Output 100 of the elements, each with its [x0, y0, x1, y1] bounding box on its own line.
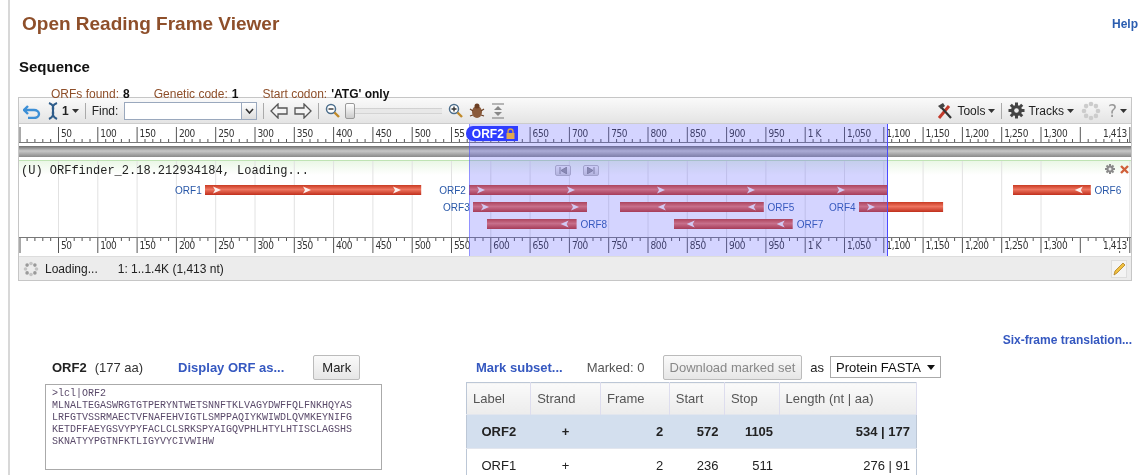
ruler-label: 300 [256, 129, 275, 139]
ruler-label: 55 [453, 129, 466, 139]
ruler-label: 350 [295, 129, 314, 139]
ruler-label: 500 [413, 129, 432, 139]
next-button[interactable] [583, 165, 599, 176]
back-arrow-icon[interactable] [270, 102, 289, 119]
slider-thumb[interactable] [345, 102, 356, 119]
ruler-label: 450 [374, 129, 393, 139]
ruler-label: 600 [492, 241, 511, 251]
previous-button[interactable] [555, 165, 571, 176]
table-row[interactable]: ORF2 + 2 572 1105 534 | 177 [466, 414, 917, 449]
column-header[interactable]: Label [466, 382, 531, 415]
column-header[interactable]: Stop [724, 382, 780, 415]
ruler-label: 400 [335, 241, 354, 251]
ruler-label: 150 [138, 241, 157, 251]
ruler-label: 1,050 [846, 241, 872, 251]
summary-label: Start codon: [262, 87, 328, 101]
ruler-label: 1 K [806, 241, 822, 251]
column-header[interactable]: Start [669, 382, 725, 415]
sequence-text-area[interactable]: >lcl|ORF2 MLNALTEGASWRGTGTPERYNTWETSNNFTKLVAGYDWFFQLFNKHQYAS LRFGTVSSRMAECTVFNAFEHVIGTLSMPPAQIYKWIWDLQVMKEYNIFG KETDFFAEYGSVYPYFACLCLSRKSPYAIGQVPHLHTYLHTISCLAGSHS SKNATYYPGTNFKTLIGYVYCIVWIHW [45, 384, 382, 470]
ruler-label: 350 [295, 241, 314, 251]
gear-icon[interactable] [1105, 164, 1115, 174]
ruler-label: 100 [99, 129, 118, 139]
ruler-label: 250 [217, 129, 236, 139]
tools-menu-button[interactable]: Tools [936, 101, 996, 120]
bug-icon[interactable] [469, 102, 486, 119]
ruler-label: 1,150 [924, 129, 951, 139]
display-orf-link[interactable]: Display ORF as... [178, 359, 285, 375]
ruler-label: 800 [649, 129, 668, 139]
close-icon[interactable] [1120, 165, 1129, 174]
caret-icon [1066, 108, 1074, 113]
selection-badge[interactable]: ORF2 [465, 126, 518, 141]
column-header[interactable]: Length (nt | aa) [779, 382, 917, 415]
table-cell: 572 [669, 414, 725, 449]
orf-label: ORF6 [1094, 185, 1122, 196]
ruler-label: 850 [688, 241, 707, 251]
caret-icon [927, 364, 935, 370]
ruler-label: 1,100 [885, 241, 912, 251]
format-select[interactable]: Protein FASTA [830, 356, 941, 378]
status-message: Loading... [45, 261, 98, 276]
ruler-label: 250 [217, 241, 236, 251]
pencil-icon[interactable] [1111, 259, 1127, 278]
ruler-label: 750 [610, 129, 629, 139]
ruler-label: 1,100 [885, 129, 912, 139]
orf-label: ORF5 [767, 202, 795, 213]
ruler-label: 500 [413, 241, 432, 251]
zoom-out-icon[interactable] [325, 103, 341, 118]
table-row[interactable]: ORF1 + 2 236 511 276 | 91 [466, 448, 917, 475]
ruler-label: 1,413 [1102, 129, 1128, 139]
caret-icon [1120, 108, 1127, 113]
tracks-menu-button[interactable]: Tracks [1008, 102, 1074, 119]
table-cell: + [530, 448, 601, 475]
table-cell: 2 [600, 414, 670, 449]
skip-forward-icon [587, 167, 595, 174]
ruler-label: 750 [610, 241, 629, 251]
table-cell: 2 [600, 448, 670, 475]
collapse-icon[interactable] [491, 102, 506, 119]
help-link[interactable]: Help [1112, 17, 1138, 31]
mark-subset-link[interactable]: Mark subset... [476, 359, 563, 375]
summary-value: 'ATG' only [331, 87, 390, 101]
section-title: Sequence [19, 57, 91, 77]
ruler-label: 300 [256, 241, 275, 251]
ruler-label: 1,250 [1003, 241, 1029, 251]
ruler-label: 900 [728, 241, 747, 251]
ruler-label: 650 [531, 129, 550, 139]
caret-icon [71, 108, 79, 113]
ruler-label: 650 [531, 241, 550, 251]
table-cell: ORF1 [466, 448, 531, 475]
column-header[interactable]: Strand [530, 382, 601, 415]
zoom-in-icon[interactable] [448, 103, 464, 118]
ruler-label: 800 [649, 241, 668, 251]
summary-value: 1 [231, 87, 239, 101]
hammer-icon [936, 101, 955, 120]
ruler-label: 450 [374, 241, 393, 251]
mark-button[interactable]: Mark [313, 354, 361, 380]
ruler-label: 950 [767, 241, 786, 251]
ruler-label: 200 [177, 241, 196, 251]
orf-label: ORF8 [580, 219, 608, 230]
summary-label: Genetic code: [153, 87, 228, 101]
find-field[interactable] [124, 101, 242, 120]
helix-icon [47, 101, 59, 120]
sequence-range: 1: 1..1.4K (1,413 nt) [117, 261, 224, 276]
forward-arrow-icon[interactable] [294, 102, 313, 119]
as-label: as [810, 359, 824, 375]
undo-icon[interactable] [23, 102, 41, 119]
chevron-down-icon [244, 107, 254, 114]
orf-label: ORF4 [829, 202, 856, 213]
lock-icon [505, 128, 515, 139]
dropdown-button[interactable] [241, 101, 258, 120]
six-frame-link[interactable]: Six-frame translation... [1002, 333, 1132, 349]
ruler-label: 1,413 [1102, 241, 1128, 251]
table-cell: 511 [724, 448, 780, 475]
summary-label: ORFs found: [51, 87, 120, 101]
column-header[interactable]: Frame [600, 382, 670, 415]
orf-label: ORF2 [439, 185, 466, 196]
ruler-label: 1,050 [846, 129, 872, 139]
ruler-label: 550 [453, 241, 471, 251]
strand-button[interactable]: 1 [47, 101, 79, 120]
ruler-label: 1,250 [1003, 129, 1029, 139]
ruler-label: 1,300 [1042, 129, 1069, 139]
